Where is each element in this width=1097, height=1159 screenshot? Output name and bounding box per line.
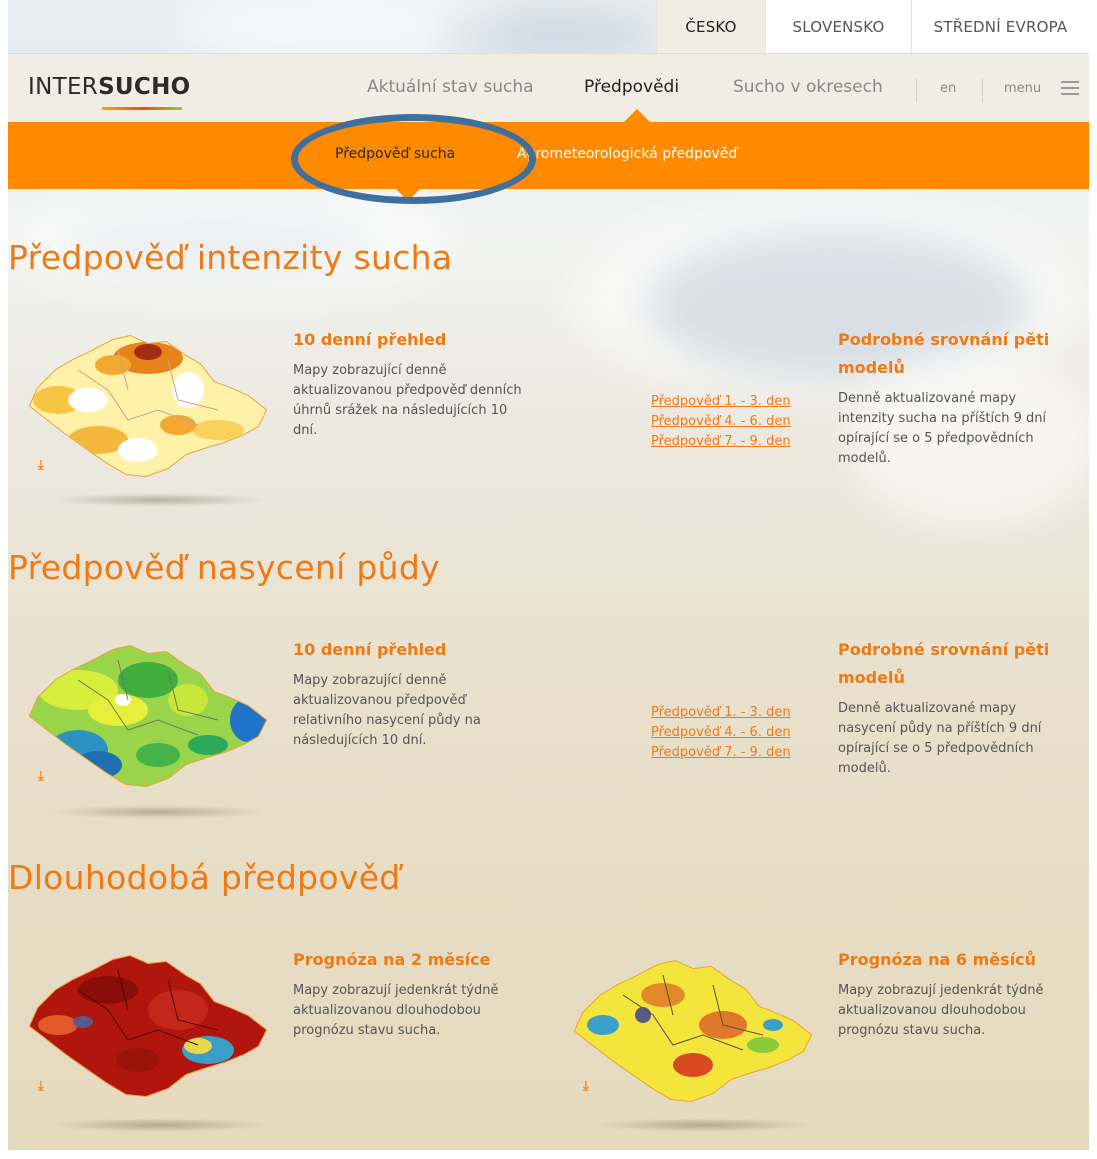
link-predpoved-1-3[interactable]: Předpověď 1. - 3. den (651, 703, 791, 723)
card-description: Denně aktualizované mapy intenzity sucha… (838, 389, 1046, 469)
title-line: Podrobné srovnání pěti (838, 640, 1050, 659)
text-line: aktualizovanou předpověď (293, 693, 466, 708)
text-line: Mapy zobrazují jedenkrát týdně (838, 983, 1044, 998)
text-line: úhrnů srážek na následujících 10 (293, 403, 508, 418)
card-description: Denně aktualizované mapy nasycení půdy n… (838, 699, 1041, 779)
nav-aktualni-stav[interactable]: Aktuální stav sucha (367, 77, 534, 97)
map-shadow (48, 805, 268, 819)
tab-cesko[interactable]: ČESKO (656, 0, 765, 53)
menu-link[interactable]: menu (1004, 81, 1041, 96)
region-tabs: ČESKO SLOVENSKO STŘEDNÍ EVROPA (656, 0, 1089, 53)
text-line: Mapy zobrazující denně (293, 363, 447, 378)
map-prognoza-6-mesicu[interactable] (563, 955, 818, 1110)
text-line: opírající se o 5 předpovědních (838, 431, 1034, 446)
text-line: relativního nasycení půdy na (293, 713, 481, 728)
nav-divider (982, 78, 983, 102)
section-title-dlouhodoba: Dlouhodobá předpověď (8, 858, 401, 897)
forecast-links: Předpověď 1. - 3. den Předpověď 4. - 6. … (651, 703, 791, 763)
title-line: modelů (838, 668, 905, 687)
card-title[interactable]: 10 denní přehled (293, 636, 446, 664)
text-line: prognózu stavu sucha. (838, 1023, 986, 1038)
card-description: Mapy zobrazující denně aktualizovanou př… (293, 361, 522, 441)
text-line: Denně aktualizované mapy (838, 701, 1017, 716)
link-predpoved-4-6[interactable]: Předpověď 4. - 6. den (651, 723, 791, 743)
map-nasyceni-pudy[interactable] (18, 640, 273, 795)
download-icon[interactable]: ⤓ (583, 1079, 589, 1094)
sub-navbar: Předpověď sucha Agrometeorologická předp… (8, 122, 1089, 189)
card-title[interactable]: Podrobné srovnání pěti modelů (838, 326, 1049, 382)
section-title-nasyceni: Předpověď nasycení půdy (8, 548, 440, 587)
nav-sucho-v-okresech[interactable]: Sucho v okresech (733, 77, 883, 97)
link-predpoved-4-6[interactable]: Předpověď 4. - 6. den (651, 412, 791, 432)
section-title-intenzita: Předpověď intenzity sucha (8, 238, 453, 277)
text-line: následujících 10 dní. (293, 733, 427, 748)
title-line: Podrobné srovnání pěti (838, 330, 1050, 349)
nav-predpovedi[interactable]: Předpovědi (584, 77, 679, 97)
link-predpoved-1-3[interactable]: Předpověď 1. - 3. den (651, 392, 791, 412)
logo-underline (102, 107, 182, 110)
forecast-links: Předpověď 1. - 3. den Předpověď 4. - 6. … (651, 392, 791, 452)
page: ČESKO SLOVENSKO STŘEDNÍ EVROPA INTERSUCH… (8, 0, 1089, 1150)
link-predpoved-7-9[interactable]: Předpověď 7. - 9. den (651, 743, 791, 763)
card-title[interactable]: Prognóza na 2 měsíce (293, 946, 490, 974)
map-intenzita-sucha[interactable] (18, 330, 273, 485)
text-line: intenzity sucha na příštích 9 dní (838, 411, 1047, 426)
title-line: modelů (838, 358, 905, 377)
map-shadow (48, 493, 268, 507)
text-line: Denně aktualizované mapy (838, 391, 1017, 406)
hamburger-icon[interactable] (1061, 81, 1079, 99)
text-line: modelů. (838, 451, 891, 466)
card-description: Mapy zobrazující denně aktualizovanou př… (293, 671, 481, 751)
nav-divider (916, 78, 917, 102)
text-line: modelů. (838, 761, 891, 776)
text-line: Mapy zobrazující denně (293, 673, 447, 688)
map-prognoza-2-mesice[interactable] (18, 950, 273, 1105)
text-line: prognózu stavu sucha. (293, 1023, 441, 1038)
language-link[interactable]: en (940, 81, 956, 96)
link-predpoved-7-9[interactable]: Předpověď 7. - 9. den (651, 432, 791, 452)
highlight-annotation-ellipse (291, 114, 536, 204)
logo-text-inter: INTER (28, 74, 99, 100)
download-icon[interactable]: ⤓ (38, 1079, 44, 1094)
card-title[interactable]: Podrobné srovnání pěti modelů (838, 636, 1049, 692)
download-icon[interactable]: ⤓ (38, 769, 44, 784)
tab-slovensko[interactable]: SLOVENSKO (765, 0, 911, 53)
text-line: opírající se o 5 předpovědních (838, 741, 1034, 756)
text-line: aktualizovanou dlouhodobou (838, 1003, 1026, 1018)
text-line: nasycení půdy na příštích 9 dní (838, 721, 1042, 736)
logo[interactable]: INTERSUCHO (28, 74, 190, 100)
logo-text-sucho: SUCHO (98, 74, 191, 100)
map-shadow (593, 1118, 813, 1132)
text-line: Mapy zobrazují jedenkrát týdně (293, 983, 499, 998)
active-nav-indicator (624, 109, 650, 122)
card-description: Mapy zobrazují jedenkrát týdně aktualizo… (838, 981, 1043, 1041)
map-shadow (48, 1118, 268, 1132)
card-title[interactable]: 10 denní přehled (293, 326, 446, 354)
text-line: aktualizovanou dlouhodobou (293, 1003, 481, 1018)
text-line: aktualizovanou předpověď denních (293, 383, 522, 398)
subnav-agrometeorologicka[interactable]: Agrometeorologická předpověď (517, 146, 737, 162)
card-title[interactable]: Prognóza na 6 měsíců (838, 946, 1036, 974)
card-description: Mapy zobrazují jedenkrát týdně aktualizo… (293, 981, 498, 1041)
download-icon[interactable]: ⤓ (38, 458, 44, 473)
main-navbar: INTERSUCHO Aktuální stav sucha Předpověd… (8, 53, 1089, 122)
tab-stredni-evropa[interactable]: STŘEDNÍ EVROPA (911, 0, 1089, 53)
text-line: dní. (293, 423, 318, 438)
